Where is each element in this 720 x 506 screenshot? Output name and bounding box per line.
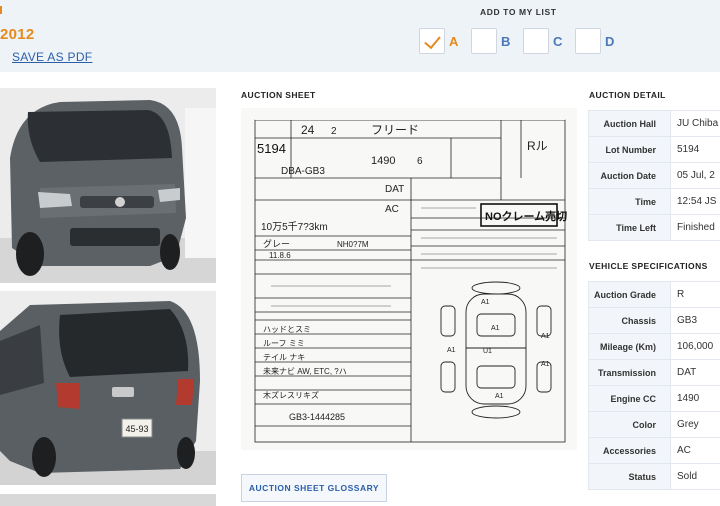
my-list-label-d: D — [605, 33, 615, 49]
sheet-transmission: DAT — [385, 184, 404, 195]
my-list-checkbox-d[interactable] — [575, 28, 601, 54]
detail-row-time-left: Time Left Finished — [588, 214, 720, 241]
my-list-option-a[interactable]: A — [419, 28, 461, 54]
title-accent — [0, 6, 4, 14]
auction-detail-table: Auction Hall JU Chiba Lot Number 5194 Au… — [588, 110, 720, 241]
svg-text:U1: U1 — [483, 348, 492, 355]
sheet-year: 24 — [301, 123, 315, 137]
detail-key: Auction Hall — [588, 110, 671, 137]
spec-key: Chassis — [588, 307, 671, 334]
spec-row-auction-grade: Auction Grade R — [588, 281, 720, 308]
detail-key: Lot Number — [588, 136, 671, 163]
spec-row-mileage: Mileage (Km) 106,000 — [588, 333, 720, 360]
spec-row-chassis: Chassis GB3 — [588, 307, 720, 334]
spec-key: Mileage (Km) — [588, 333, 671, 360]
my-list-checkbox-a[interactable] — [419, 28, 445, 54]
sheet-color: グレー — [263, 238, 290, 249]
auction-sheet-title: AUCTION SHEET — [241, 90, 316, 100]
svg-text:A1: A1 — [541, 333, 550, 340]
detail-key: Time Left — [588, 214, 671, 241]
my-list-option-b[interactable]: B — [471, 28, 513, 54]
detail-key: Time — [588, 188, 671, 215]
spec-key: Color — [588, 411, 671, 438]
my-list-checkbox-c[interactable] — [523, 28, 549, 54]
spec-row-transmission: Transmission DAT — [588, 359, 720, 386]
sheet-note-4: 未来ナビ AW, ETC, ?ハ — [263, 366, 347, 376]
sheet-note-2: ルーフ ミミ — [263, 339, 305, 348]
vehicle-specifications-title: VEHICLE SPECIFICATIONS — [589, 261, 708, 271]
detail-row-lot-number: Lot Number 5194 — [588, 136, 720, 163]
sheet-chassis: GB3-1444285 — [289, 412, 345, 422]
sheet-note-3: テイル ナキ — [263, 353, 305, 362]
detail-row-time: Time 12:54 JS — [588, 188, 720, 215]
spec-value-color: Grey — [670, 411, 720, 438]
my-list-option-d[interactable]: D — [575, 28, 617, 54]
spec-key: Accessories — [588, 437, 671, 464]
detail-row-auction-date: Auction Date 05 Jul, 2 — [588, 162, 720, 189]
sheet-model-code: DBA-GB3 — [281, 166, 325, 177]
save-as-pdf-link[interactable]: SAVE AS PDF — [12, 50, 92, 64]
sheet-note-1: ハッドとスミ — [263, 325, 311, 334]
auction-detail-title: AUCTION DETAIL — [589, 90, 666, 100]
auction-sheet-glossary-button[interactable]: AUCTION SHEET GLOSSARY — [241, 474, 387, 502]
my-list-label-a: A — [449, 33, 459, 49]
spec-row-status: Status Sold — [588, 463, 720, 490]
vehicle-photo-more[interactable] — [0, 494, 216, 506]
my-list-option-c[interactable]: C — [523, 28, 565, 54]
svg-text:A1: A1 — [481, 299, 490, 306]
vehicle-photo-rear[interactable]: 45-93 — [0, 291, 216, 485]
svg-text:A1: A1 — [495, 393, 504, 400]
my-list-checkbox-b[interactable] — [471, 28, 497, 54]
detail-value-lot-number: 5194 — [670, 136, 720, 163]
spec-key: Auction Grade — [588, 281, 671, 308]
my-list-options: A B C D — [419, 28, 627, 54]
car-rear-image: 45-93 — [0, 291, 216, 485]
sheet-seats: 6 — [417, 156, 423, 167]
spec-value-transmission: DAT — [670, 359, 720, 386]
vehicle-year: 2012 — [0, 26, 35, 43]
svg-text:A1: A1 — [541, 361, 550, 368]
license-plate-text: 45-93 — [125, 424, 148, 434]
spec-row-engine-cc: Engine CC 1490 — [588, 385, 720, 412]
my-list-label-b: B — [501, 33, 511, 49]
detail-value-auction-hall[interactable]: JU Chiba — [670, 110, 720, 137]
vehicle-photo-front[interactable] — [0, 88, 216, 283]
car-front-image — [0, 88, 216, 283]
spec-key: Engine CC — [588, 385, 671, 412]
detail-key: Auction Date — [588, 162, 671, 189]
spec-key: Transmission — [588, 359, 671, 386]
sheet-ac: AC — [385, 204, 399, 215]
spec-value-status: Sold — [670, 463, 720, 490]
auction-sheet-scan: 5194 24 2 フリード DBA-GB3 1490 6 DAT AC Rル … — [241, 108, 577, 450]
spec-row-color: Color Grey — [588, 411, 720, 438]
spec-value-accessories: AC — [670, 437, 720, 464]
sheet-lot-number: 5194 — [257, 141, 286, 156]
detail-row-auction-hall: Auction Hall JU Chiba — [588, 110, 720, 137]
detail-value-auction-date: 05 Jul, 2 — [670, 162, 720, 189]
my-list-label-c: C — [553, 33, 563, 49]
spec-value-engine-cc: 1490 — [670, 385, 720, 412]
vehicle-specifications-table: Auction Grade R Chassis GB3 Mileage (Km)… — [588, 281, 720, 490]
svg-text:A1: A1 — [491, 325, 500, 332]
sheet-month: 2 — [331, 126, 337, 137]
spec-row-accessories: Accessories AC — [588, 437, 720, 464]
sheet-cc: 1490 — [371, 155, 395, 167]
spec-key: Status — [588, 463, 671, 490]
sheet-color-code: NH0?7M — [337, 240, 369, 249]
sheet-grade: Rル — [527, 139, 548, 153]
auction-sheet-image[interactable]: 5194 24 2 フリード DBA-GB3 1490 6 DAT AC Rル … — [241, 108, 577, 450]
detail-value-time: 12:54 JS — [670, 188, 720, 215]
svg-text:A1: A1 — [447, 347, 456, 354]
add-to-my-list-title: ADD TO MY LIST — [480, 7, 557, 17]
spec-value-chassis: GB3 — [670, 307, 720, 334]
sheet-mileage: 10万5千7?3km — [261, 221, 328, 233]
sheet-model: フリード — [371, 123, 419, 137]
spec-value-mileage: 106,000 — [670, 333, 720, 360]
detail-value-time-left: Finished — [670, 214, 720, 241]
sheet-no-claim-stamp: NOクレーム売切 — [485, 209, 567, 223]
sheet-date: 11.8.6 — [269, 251, 291, 260]
sheet-note-5: 木ズレスリキズ — [263, 390, 319, 400]
spec-value-auction-grade: R — [670, 281, 720, 308]
